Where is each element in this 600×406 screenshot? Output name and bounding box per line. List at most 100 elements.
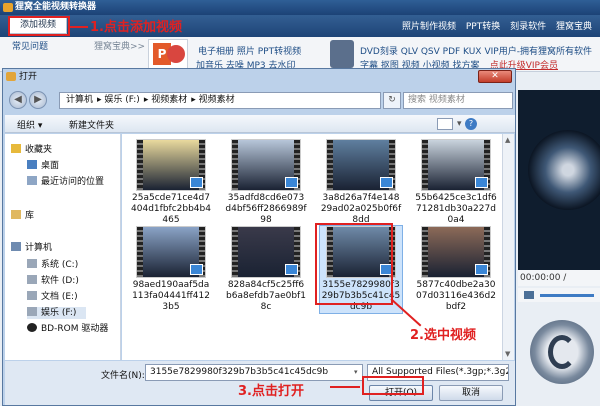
file-item[interactable]: 98aed190aaf5da113fa04441ff4123b5 (130, 226, 212, 313)
dialog-title: 打开 (19, 72, 38, 82)
view-dropdown-icon[interactable]: ▾ (457, 119, 462, 129)
dvd-icon[interactable] (330, 40, 354, 68)
file-item[interactable]: 55b6425ce3c1df671281db30a227d0a4 (415, 139, 497, 226)
file-item[interactable]: 35adfd8cd6e073d4bf56ff2866989f98 (225, 139, 307, 226)
link-treasure[interactable]: 狸窝宝典 (556, 22, 592, 32)
scrollbar[interactable]: ▲ ▼ (502, 134, 514, 360)
drive-icon (27, 259, 37, 268)
library-icon (11, 210, 21, 219)
video-thumbnail (421, 139, 491, 191)
nav-bd-rom[interactable]: BD-ROM 驱动器 (27, 323, 108, 335)
video-file-icon (190, 264, 203, 275)
time-display: 00:00:00 / 00:00:00 (518, 270, 600, 299)
new-folder-button[interactable]: 新建文件夹 (69, 118, 114, 131)
ppt-promo-icon[interactable]: P (148, 39, 188, 69)
highlight-selected-file (315, 223, 393, 305)
file-name: 35adfd8cd6e073d4bf56ff2866989f98 (225, 193, 307, 225)
video-file-icon (190, 177, 203, 188)
link-ppt[interactable]: PPT转换 (466, 22, 500, 32)
dialog-close-button[interactable]: ✕ (478, 70, 512, 83)
app-title: 狸窝全能视频转换器 (15, 2, 97, 12)
file-item[interactable]: 5877c40dbe2a3007d03116e436d2bdf2 (415, 226, 497, 313)
nav-library[interactable]: 库 (11, 210, 34, 222)
video-file-icon (285, 264, 298, 275)
promo-line-3[interactable]: DVD刻录 QLV QSV PDF KUX (360, 44, 481, 57)
breadcrumb-2[interactable]: 视频素材 (151, 95, 187, 105)
drive-icon (27, 307, 37, 316)
breadcrumb-0[interactable]: 计算机 (66, 95, 93, 105)
filename-label: 文件名(N): (101, 371, 145, 381)
treasure-link[interactable]: 狸窝宝典>> (94, 39, 145, 52)
app-logo-icon (3, 3, 13, 12)
highlight-add-video (8, 16, 70, 36)
forward-button[interactable]: ▶ (29, 91, 47, 109)
back-button[interactable]: ◀ (9, 91, 27, 109)
star-icon (11, 144, 21, 153)
file-name: 25a5cde71ce4d7404d1fbfc2bb4b4465 (131, 193, 211, 225)
disc-drive-icon (27, 323, 37, 332)
link-photo-video[interactable]: 照片制作视频 (402, 22, 456, 32)
file-name: 55b6425ce3c1df671281db30a227d0a4 (415, 193, 497, 225)
navigation-pane: 收藏夹 桌面 最近访问的位置 库 计算机 系统 (C:) 软件 (D:) 文档 … (5, 134, 121, 360)
link-burn[interactable]: 刻录软件 (510, 22, 546, 32)
arrow-step1 (70, 26, 88, 28)
computer-icon (11, 242, 21, 251)
vip-text: VIP用户-拥有狸窝所有软件 (484, 47, 593, 57)
top-links: 照片制作视频 PPT转换 刻录软件 狸窝宝典 (395, 19, 592, 32)
file-item[interactable]: 25a5cde71ce4d7404d1fbfc2bb4b4465 (130, 139, 212, 226)
video-thumbnail (231, 226, 301, 278)
convert-icon (548, 335, 576, 369)
dialog-icon (6, 72, 16, 81)
video-thumbnail (231, 139, 301, 191)
annotation-step3: 3.点击打开 (238, 384, 304, 399)
nav-recent[interactable]: 最近访问的位置 (27, 176, 104, 188)
address-row: ◀ ▶ 计算机 ▸ 娱乐 (F:) ▸ 视频素材 ▸ 视频素材 ↻ 搜索 视频素材 (5, 89, 515, 113)
video-thumbnail (136, 139, 206, 191)
video-file-icon (285, 177, 298, 188)
annotation-step2: 2.选中视频 (410, 328, 476, 343)
video-file-icon (475, 264, 488, 275)
faq-link[interactable]: 常见问题 (12, 39, 48, 52)
video-thumbnail (136, 226, 206, 278)
file-name: 5877c40dbe2a3007d03116e436d2bdf2 (416, 280, 496, 312)
drive-icon (27, 275, 37, 284)
promo-line-1[interactable]: 电子相册 照片 PPT转视频 (198, 44, 301, 57)
breadcrumb-1[interactable]: 娱乐 (F:) (104, 95, 139, 105)
refresh-button[interactable]: ↻ (383, 92, 401, 109)
organize-button[interactable]: 组织 ▾ (17, 118, 42, 131)
filename-input[interactable]: 3155e7829980f329b7b3b5c41c45dc9b (145, 364, 363, 381)
dialog-titlebar: 打开 ✕ (3, 69, 515, 85)
file-name: 98aed190aaf5da113fa04441ff4123b5 (132, 280, 210, 312)
highlight-open-button (362, 376, 424, 395)
dialog-toolbar: 组织 ▾ 新建文件夹 ▾ ? (5, 115, 515, 133)
drive-icon (27, 291, 37, 300)
nav-drive-d[interactable]: 软件 (D:) (27, 275, 79, 287)
video-thumbnail (421, 226, 491, 278)
nav-drive-c[interactable]: 系统 (C:) (27, 259, 78, 271)
volume-control[interactable] (518, 288, 600, 302)
video-thumbnail (326, 139, 396, 191)
view-icon[interactable] (437, 118, 453, 130)
breadcrumb-3[interactable]: 视频素材 (199, 95, 235, 105)
speaker-icon (524, 291, 534, 299)
search-input[interactable]: 搜索 视频素材 (403, 92, 513, 109)
volume-slider[interactable] (540, 294, 594, 297)
nav-drive-e[interactable]: 文档 (E:) (27, 291, 78, 303)
file-name: 828a84cf5c25ff6b6a8efdb7ae0bf18c (226, 280, 306, 312)
nav-desktop[interactable]: 桌面 (27, 160, 59, 172)
filename-dropdown-icon[interactable]: ▾ (354, 365, 362, 380)
address-bar[interactable]: 计算机 ▸ 娱乐 (F:) ▸ 视频素材 ▸ 视频素材 (59, 92, 381, 109)
disc-icon (528, 130, 600, 210)
nav-drive-f[interactable]: 娱乐 (F:) (27, 307, 87, 319)
file-name: 3a8d26a7f4e14829ad02a025b0f6f8dd (320, 193, 402, 225)
help-icon[interactable]: ? (465, 118, 477, 130)
desktop-icon (27, 160, 37, 169)
nav-computer[interactable]: 计算机 (11, 242, 52, 254)
file-item[interactable]: 828a84cf5c25ff6b6a8efdb7ae0bf18c (225, 226, 307, 313)
nav-favorites[interactable]: 收藏夹 (11, 144, 52, 156)
app-titlebar: 狸窝全能视频转换器 (0, 0, 600, 15)
file-item[interactable]: 3a8d26a7f4e14829ad02a025b0f6f8dd (320, 139, 402, 226)
arrow-step3 (330, 386, 360, 388)
convert-button[interactable] (530, 320, 594, 384)
cancel-button[interactable]: 取消 (439, 385, 503, 401)
